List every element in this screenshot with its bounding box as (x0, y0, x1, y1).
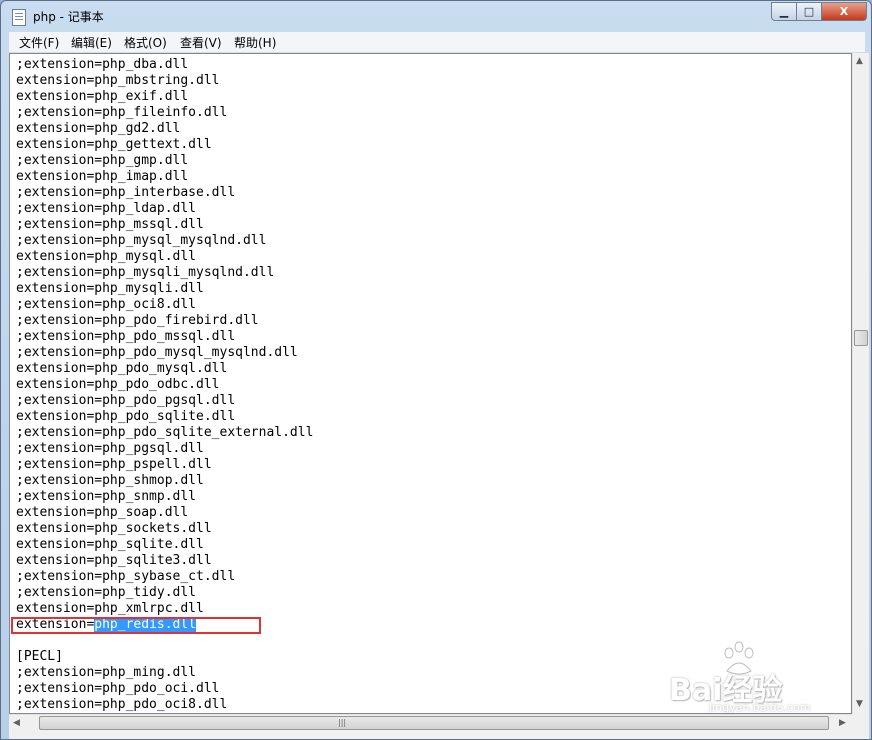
editor-line[interactable]: extension=php_pdo_sqlite.dll (16, 409, 313, 425)
editor-line[interactable]: extension=php_gd2.dll (16, 121, 313, 137)
editor-line[interactable]: ;extension=php_tidy.dll (16, 585, 313, 601)
editor-line[interactable]: ;extension=php_pdo_mysql_mysqlnd.dll (16, 345, 313, 361)
editor-line[interactable]: extension=php_gettext.dll (16, 137, 313, 153)
editor-line[interactable]: extension=php_xmlrpc.dll (16, 601, 313, 617)
text-editor[interactable]: ;extension=php_dba.dll extension=php_mbst… (9, 53, 852, 714)
editor-line[interactable]: extension=php_imap.dll (16, 169, 313, 185)
editor-line[interactable]: ;extension=php_pdo_oci.dll (16, 681, 313, 697)
editor-line[interactable]: extension=php_mysqli.dll (16, 281, 313, 297)
editor-line[interactable]: ;extension=php_fileinfo.dll (16, 105, 313, 121)
editor-line[interactable]: ;extension=php_pgsql.dll (16, 441, 313, 457)
editor-line[interactable]: ;extension=php_pspell.dll (16, 457, 313, 473)
editor-line[interactable]: ;extension=php_gmp.dll (16, 153, 313, 169)
scroll-left-arrow-icon[interactable]: ◀ (13, 718, 20, 728)
editor-line[interactable]: extension=php_sqlite.dll (16, 537, 313, 553)
editor-line[interactable]: extension=php_mbstring.dll (16, 73, 313, 89)
minimize-button[interactable]: ▁ (771, 2, 797, 21)
editor-line[interactable]: ;extension=php_pdo_sqlite_external.dll (16, 425, 313, 441)
window-title: php - 记事本 (33, 10, 104, 24)
vertical-scrollbar[interactable]: ▲ ▼ (852, 53, 869, 714)
scroll-right-arrow-icon[interactable]: ▶ (839, 718, 846, 728)
scrollbar-corner (852, 714, 869, 731)
title-bar[interactable]: php - 记事本 ▁ □ X (1, 1, 871, 31)
editor-line[interactable]: ;extension=php_ming.dll (16, 665, 313, 681)
scroll-grip-icon: ||| (338, 718, 347, 727)
editor-line[interactable]: extension=php_soap.dll (16, 505, 313, 521)
editor-line[interactable]: ;extension=php_oci8.dll (16, 297, 313, 313)
editor-line[interactable]: extension=php_pdo_odbc.dll (16, 377, 313, 393)
status-bar (9, 731, 869, 739)
maximize-button[interactable]: □ (796, 2, 822, 21)
editor-line[interactable]: ;extension=php_mysqli_mysqlnd.dll (16, 265, 313, 281)
menu-edit[interactable]: 编辑(E) (71, 34, 112, 51)
editor-line[interactable]: extension=php_sqlite3.dll (16, 553, 313, 569)
editor-lines: ;extension=php_dba.dll extension=php_mbst… (16, 57, 313, 713)
editor-line[interactable]: ;extension=php_pdo_firebird.dll (16, 313, 313, 329)
editor-line[interactable]: ;extension=php_mssql.dll (16, 217, 313, 233)
editor-line[interactable] (16, 633, 313, 649)
baidu-watermark: Bai经验 jingyan.baidu.com (669, 641, 839, 719)
notepad-icon (12, 9, 26, 26)
menu-format[interactable]: 格式(O) (124, 34, 167, 51)
editor-line[interactable]: extension=php_exif.dll (16, 89, 313, 105)
editor-line[interactable]: ;extension=php_dba.dll (16, 57, 313, 73)
editor-line[interactable]: ;extension=php_pdo_mssql.dll (16, 329, 313, 345)
editor-line[interactable]: extension=php_sockets.dll (16, 521, 313, 537)
editor-line[interactable]: ;extension=php_interbase.dll (16, 185, 313, 201)
notepad-window: php - 记事本 ▁ □ X 文件(F) 编辑(E) 格式(O) 查看(V) … (0, 0, 872, 740)
editor-line[interactable]: extension=php_pdo_mysql.dll (16, 361, 313, 377)
menu-view[interactable]: 查看(V) (180, 34, 222, 51)
vertical-scroll-thumb[interactable] (854, 330, 868, 346)
highlight-annotation-box (11, 617, 261, 634)
editor-line[interactable]: ;extension=php_mysql_mysqlnd.dll (16, 233, 313, 249)
scroll-down-arrow-icon[interactable]: ▼ (856, 699, 863, 709)
menu-file[interactable]: 文件(F) (19, 34, 59, 51)
close-button[interactable]: X (821, 2, 867, 21)
editor-line[interactable]: ;extension=php_sybase_ct.dll (16, 569, 313, 585)
scroll-up-arrow-icon[interactable]: ▲ (856, 56, 863, 66)
editor-line[interactable]: ;extension=php_snmp.dll (16, 489, 313, 505)
menu-help[interactable]: 帮助(H) (234, 34, 276, 51)
editor-line[interactable]: ;extension=php_shmop.dll (16, 473, 313, 489)
editor-line[interactable]: extension=php_mysql.dll (16, 249, 313, 265)
menu-bar: 文件(F) 编辑(E) 格式(O) 查看(V) 帮助(H) (9, 32, 865, 53)
editor-line[interactable]: [PECL] (16, 649, 313, 665)
editor-line[interactable]: ;extension=php_ldap.dll (16, 201, 313, 217)
editor-line[interactable]: ;extension=php_pdo_pgsql.dll (16, 393, 313, 409)
watermark-url: jingyan.baidu.com (709, 701, 811, 714)
editor-line[interactable]: ;extension=php_pdo_oci8.dll (16, 697, 313, 713)
